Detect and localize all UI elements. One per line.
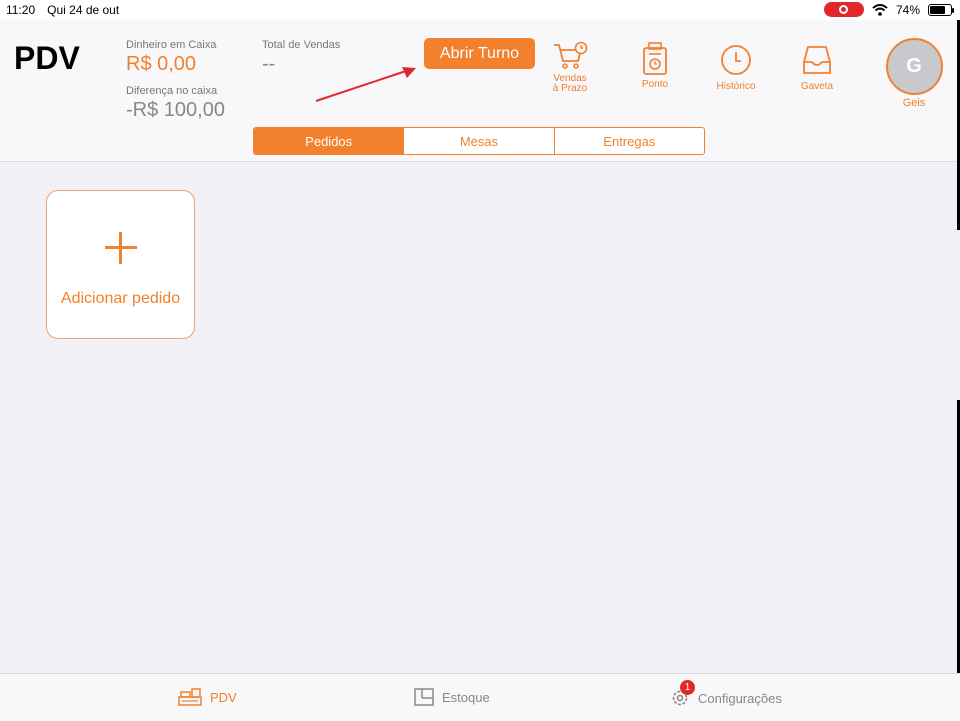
total-sales-label: Total de Vendas — [262, 39, 341, 51]
battery-percent: 74% — [895, 2, 920, 17]
tool-vendas-a-prazo[interactable]: Vendas à Prazo — [550, 40, 590, 94]
difference-label: Diferença no caixa — [126, 85, 218, 97]
cash-label: Dinheiro em Caixa — [126, 39, 217, 51]
bottom-tab-pdv[interactable]: PDV — [178, 688, 237, 706]
user-profile[interactable]: G Geis — [885, 38, 943, 109]
add-order-label: Adicionar pedido — [60, 289, 181, 307]
plus-icon — [101, 228, 141, 268]
tab-mesas[interactable]: Mesas — [404, 128, 555, 154]
tool-historico[interactable]: Histórico — [708, 44, 764, 92]
avatar[interactable]: G — [885, 38, 943, 95]
notification-badge: 1 — [680, 680, 695, 695]
bottom-tab-label: Estoque — [442, 689, 490, 705]
annotation-arrow — [315, 67, 416, 102]
gear-icon-wrap: 1 — [670, 680, 695, 708]
bottom-tab-label: Configurações — [698, 690, 782, 706]
box-icon — [414, 688, 434, 706]
drawer-icon — [803, 46, 831, 74]
status-bar: 11:20 Qui 24 de out 74% — [0, 0, 960, 20]
user-name: Geis — [902, 97, 926, 109]
status-indicators: 74% — [823, 2, 954, 17]
status-time: 11:20 — [6, 3, 36, 17]
order-type-tabs: Pedidos Mesas Entregas — [253, 127, 705, 155]
bottom-tab-label: PDV — [210, 689, 237, 705]
tool-label: Histórico — [716, 81, 756, 92]
tool-label: à Prazo — [552, 83, 588, 94]
screen-recording-icon — [823, 2, 864, 17]
bottom-tab-bar: PDV Estoque 1 Configurações — [0, 673, 960, 721]
tool-ponto[interactable]: Ponto — [630, 42, 680, 90]
tool-gaveta[interactable]: Gaveta — [792, 44, 842, 92]
bottom-tab-configuracoes[interactable]: 1 Configurações — [670, 680, 782, 708]
clock-icon — [721, 45, 751, 75]
cash-value: R$ 0,00 — [126, 53, 197, 75]
bottom-tab-estoque[interactable]: Estoque — [414, 688, 490, 706]
cart-clock-icon — [554, 41, 588, 69]
register-icon — [178, 688, 202, 706]
wifi-icon — [872, 3, 888, 16]
add-order-card[interactable]: Adicionar pedido — [46, 190, 195, 339]
open-shift-button[interactable]: Abrir Turno — [424, 38, 535, 69]
tab-entregas[interactable]: Entregas — [555, 128, 704, 154]
pdv-header: PDV Dinheiro em Caixa R$ 0,00 Diferença … — [0, 20, 960, 162]
status-date: Qui 24 de out — [47, 3, 120, 17]
battery-fill — [930, 5, 945, 14]
battery-icon — [928, 3, 954, 16]
difference-value: -R$ 100,00 — [126, 99, 225, 121]
page-title: PDV — [14, 40, 80, 76]
total-sales-value: -- — [262, 53, 276, 75]
tool-label: Gaveta — [800, 81, 834, 92]
tab-pedidos[interactable]: Pedidos — [254, 128, 405, 154]
time-clock-icon — [643, 42, 667, 75]
tool-label: Ponto — [641, 79, 669, 90]
